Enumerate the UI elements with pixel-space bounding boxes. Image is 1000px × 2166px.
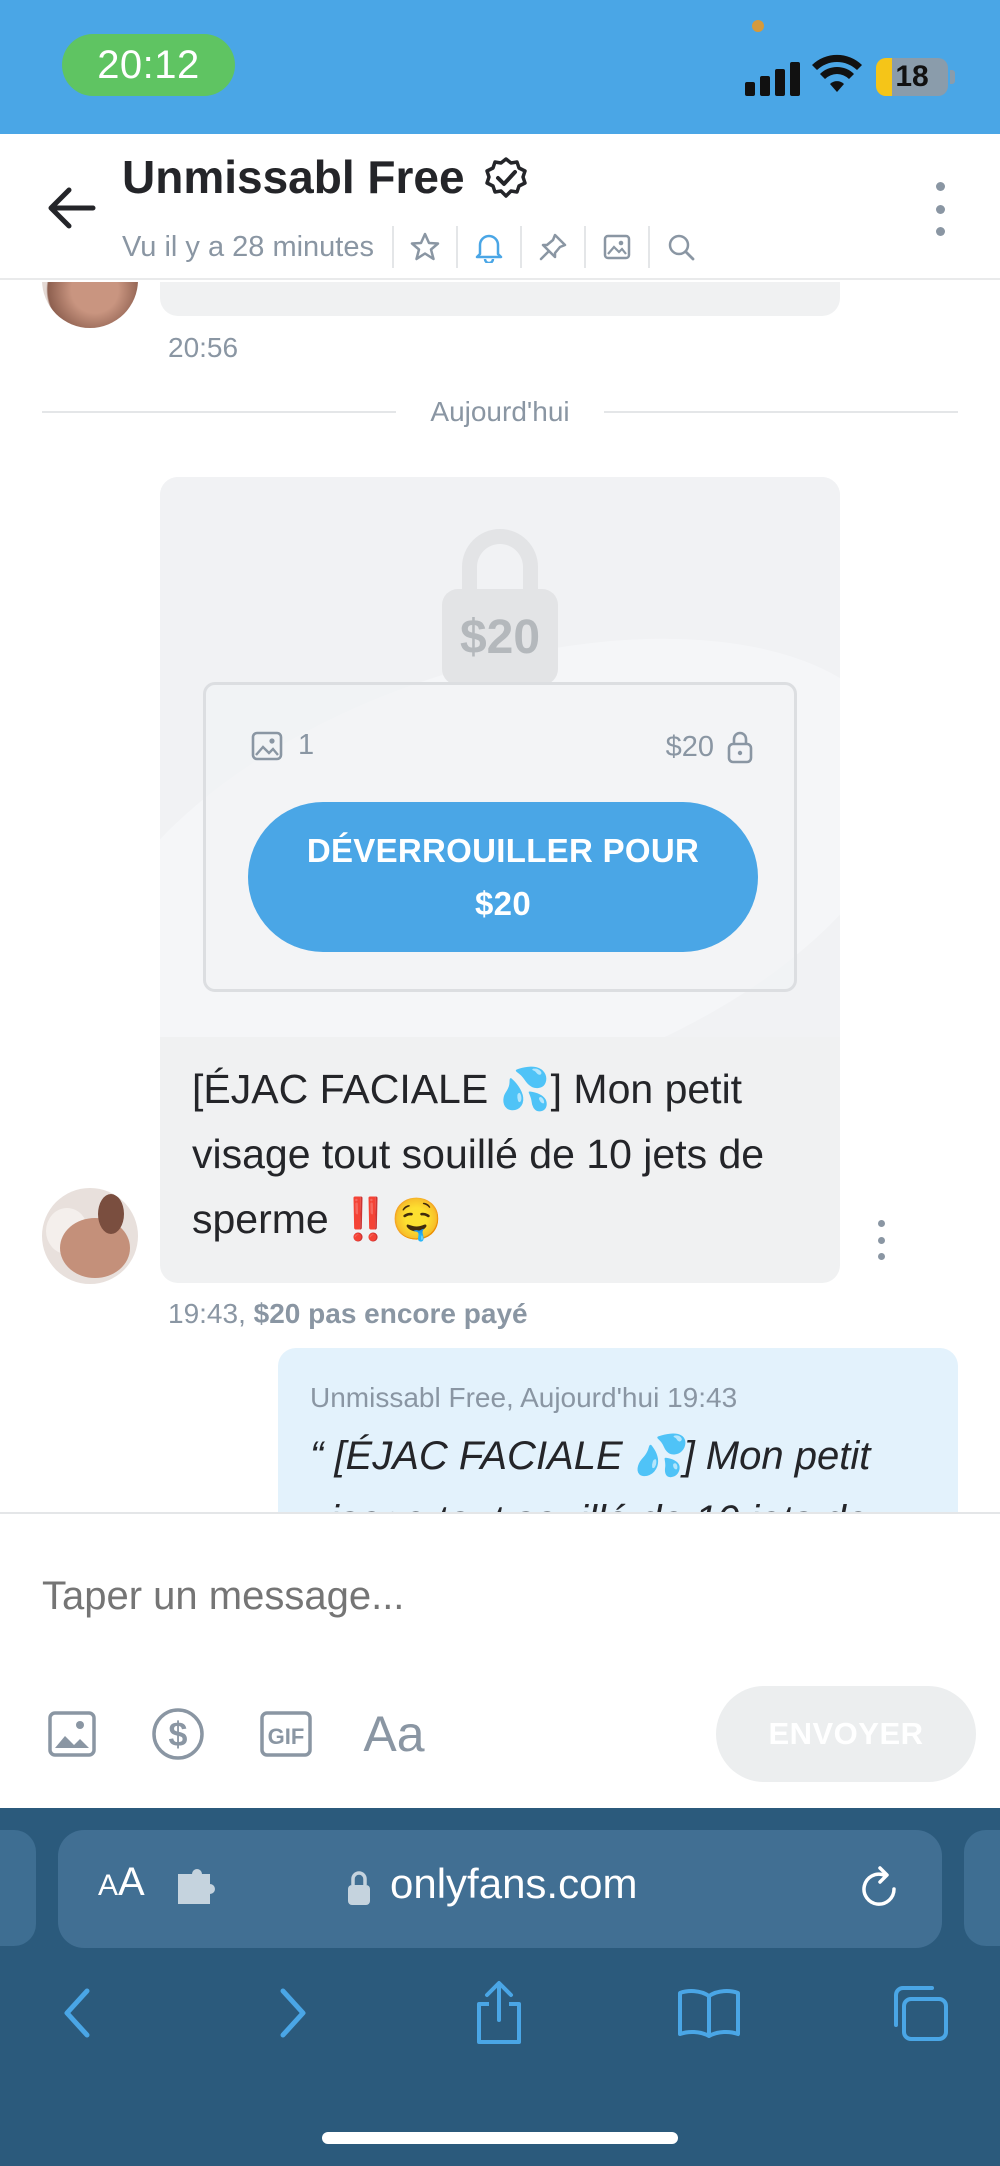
ppv-text-line: sperme ‼️🤤 — [192, 1195, 443, 1243]
ppv-meta: 19:43, $20 pas encore payé — [168, 1298, 528, 1330]
tabs-icon — [894, 1986, 948, 2041]
browser-toolbar: AA onlyfans.com — [0, 1808, 1000, 2166]
previous-tab-preview[interactable] — [0, 1830, 36, 1946]
day-separator: Aujourd'hui — [42, 392, 959, 432]
message-options-button[interactable] — [873, 1220, 889, 1260]
message-time: 19:43, — [168, 1298, 246, 1329]
tabs-button[interactable] — [884, 1978, 954, 2048]
text-format-icon[interactable]: Aa — [358, 1704, 430, 1764]
more-vertical-icon — [877, 1220, 885, 1227]
media-icon — [603, 234, 631, 260]
reload-icon[interactable] — [854, 1864, 904, 1914]
star-icon — [410, 232, 440, 261]
extension-icon[interactable] — [174, 1866, 222, 1910]
back-button[interactable] — [40, 176, 104, 240]
ppv-message-bubble: $20 1 $20 DÉVERROUILLER POUR $20 [ÉJAC F… — [160, 477, 840, 1283]
camera-indicator-icon — [752, 20, 764, 32]
gif-icon: GIF — [260, 1711, 312, 1757]
wifi-icon — [812, 54, 862, 92]
gif-button[interactable]: GIF — [256, 1704, 316, 1764]
quote-author: Unmissabl Free, Aujourd'hui 19:43 — [310, 1382, 738, 1413]
browser-forward-button[interactable] — [258, 1978, 328, 2048]
large-lock-icon: $20 — [442, 529, 558, 685]
battery-level: 18 — [895, 60, 929, 93]
chat-header: Unmissabl Free Vu il y a 28 minutes — [0, 134, 1000, 280]
page-settings-button[interactable]: AA — [98, 1860, 145, 1905]
ppv-message-text: [ÉJAC FACIALE 💦] Mon petit visage tout s… — [192, 1057, 812, 1252]
dollar-icon: $ — [152, 1708, 204, 1760]
share-icon — [477, 1981, 521, 2044]
pin-button[interactable] — [522, 224, 584, 270]
favorite-button[interactable] — [394, 224, 456, 270]
double-exclamation-emoji: ‼️ — [340, 1196, 392, 1242]
day-separator-label: Aujourd'hui — [430, 396, 570, 427]
url-text: onlyfans.com — [390, 1860, 638, 1907]
message-composer: $ GIF Aa ENVOYER — [0, 1512, 1000, 1808]
verified-icon — [485, 157, 527, 198]
media-count: 1 — [250, 729, 314, 762]
bell-icon — [475, 234, 503, 263]
status-time: 20:12 — [62, 34, 235, 96]
image-icon — [48, 1711, 96, 1757]
message-time: 20:56 — [168, 332, 239, 363]
cellular-signal-icon — [745, 56, 800, 96]
next-tab-preview[interactable] — [964, 1830, 1000, 1946]
svg-text:GIF: GIF — [268, 1724, 305, 1749]
lock-icon — [727, 731, 753, 764]
media-count-value: 1 — [298, 729, 315, 761]
media-gallery-button[interactable] — [586, 224, 648, 270]
browser-back-button[interactable] — [42, 1978, 112, 2048]
book-icon — [678, 1989, 740, 2038]
bookmarks-button[interactable] — [674, 1978, 744, 2048]
set-price-button[interactable]: $ — [148, 1704, 208, 1764]
image-icon — [251, 731, 283, 760]
ppv-text-line: visage tout souillé de 10 jets de — [192, 1131, 765, 1177]
last-seen-text: Vu il y a 28 minutes — [122, 230, 374, 263]
attach-image-button[interactable] — [42, 1704, 102, 1764]
search-button[interactable] — [650, 224, 712, 270]
chat-title[interactable]: Unmissabl Free — [122, 150, 465, 204]
message-list[interactable]: 20:56 Aujourd'hui $20 1 $20 DÉVERROUILLE… — [0, 282, 1000, 1512]
more-vertical-icon — [935, 182, 945, 191]
unlock-button-label-line1: DÉVERROUILLER POUR — [306, 832, 700, 869]
chevron-right-icon — [280, 1988, 306, 2038]
address-bar[interactable]: AA onlyfans.com — [58, 1830, 942, 1948]
avatar[interactable] — [42, 282, 138, 328]
unlock-button-label-line2: $20 — [475, 885, 531, 922]
battery-icon: 18 — [876, 58, 948, 96]
svg-text:$: $ — [169, 1716, 188, 1754]
ppv-price-value: $20 — [665, 730, 714, 763]
payment-status: $20 pas encore payé — [253, 1298, 528, 1329]
pin-icon — [539, 233, 567, 261]
search-icon — [668, 234, 695, 261]
back-arrow-icon — [48, 187, 96, 229]
header-subline: Vu il y a 28 minutes — [122, 224, 712, 270]
quote-text: “ [ÉJAC FACIALE 💦] Mon petit — [310, 1434, 871, 1478]
avatar[interactable] — [42, 1188, 138, 1284]
send-button[interactable]: ENVOYER — [716, 1686, 976, 1782]
quote-text: visage tout souillé de 10 jets de — [310, 1498, 868, 1512]
status-bar: 20:12 18 — [0, 0, 1000, 134]
locked-media-preview: $20 1 $20 DÉVERROUILLER POUR $20 — [160, 477, 840, 1037]
chevron-left-icon — [64, 1988, 90, 2038]
unlock-button[interactable]: DÉVERROUILLER POUR $20 — [248, 802, 758, 952]
lock-price: $20 — [459, 610, 541, 664]
drooling-face-emoji: 🤤 — [391, 1195, 443, 1243]
share-button[interactable] — [464, 1978, 534, 2048]
ppv-price: $20 — [666, 729, 754, 765]
notifications-button[interactable] — [458, 224, 520, 270]
message-input[interactable] — [42, 1574, 942, 1619]
ppv-text-line: [ÉJAC FACIALE 💦] Mon petit — [192, 1066, 743, 1112]
more-options-button[interactable] — [920, 174, 960, 244]
previous-message-bubble[interactable] — [160, 282, 840, 316]
home-indicator — [322, 2132, 678, 2144]
ppv-card: 1 $20 DÉVERROUILLER POUR $20 — [203, 682, 797, 992]
lock-icon — [348, 1871, 370, 1905]
reply-message-bubble[interactable]: Unmissabl Free, Aujourd'hui 19:43 “ [ÉJA… — [278, 1348, 958, 1512]
